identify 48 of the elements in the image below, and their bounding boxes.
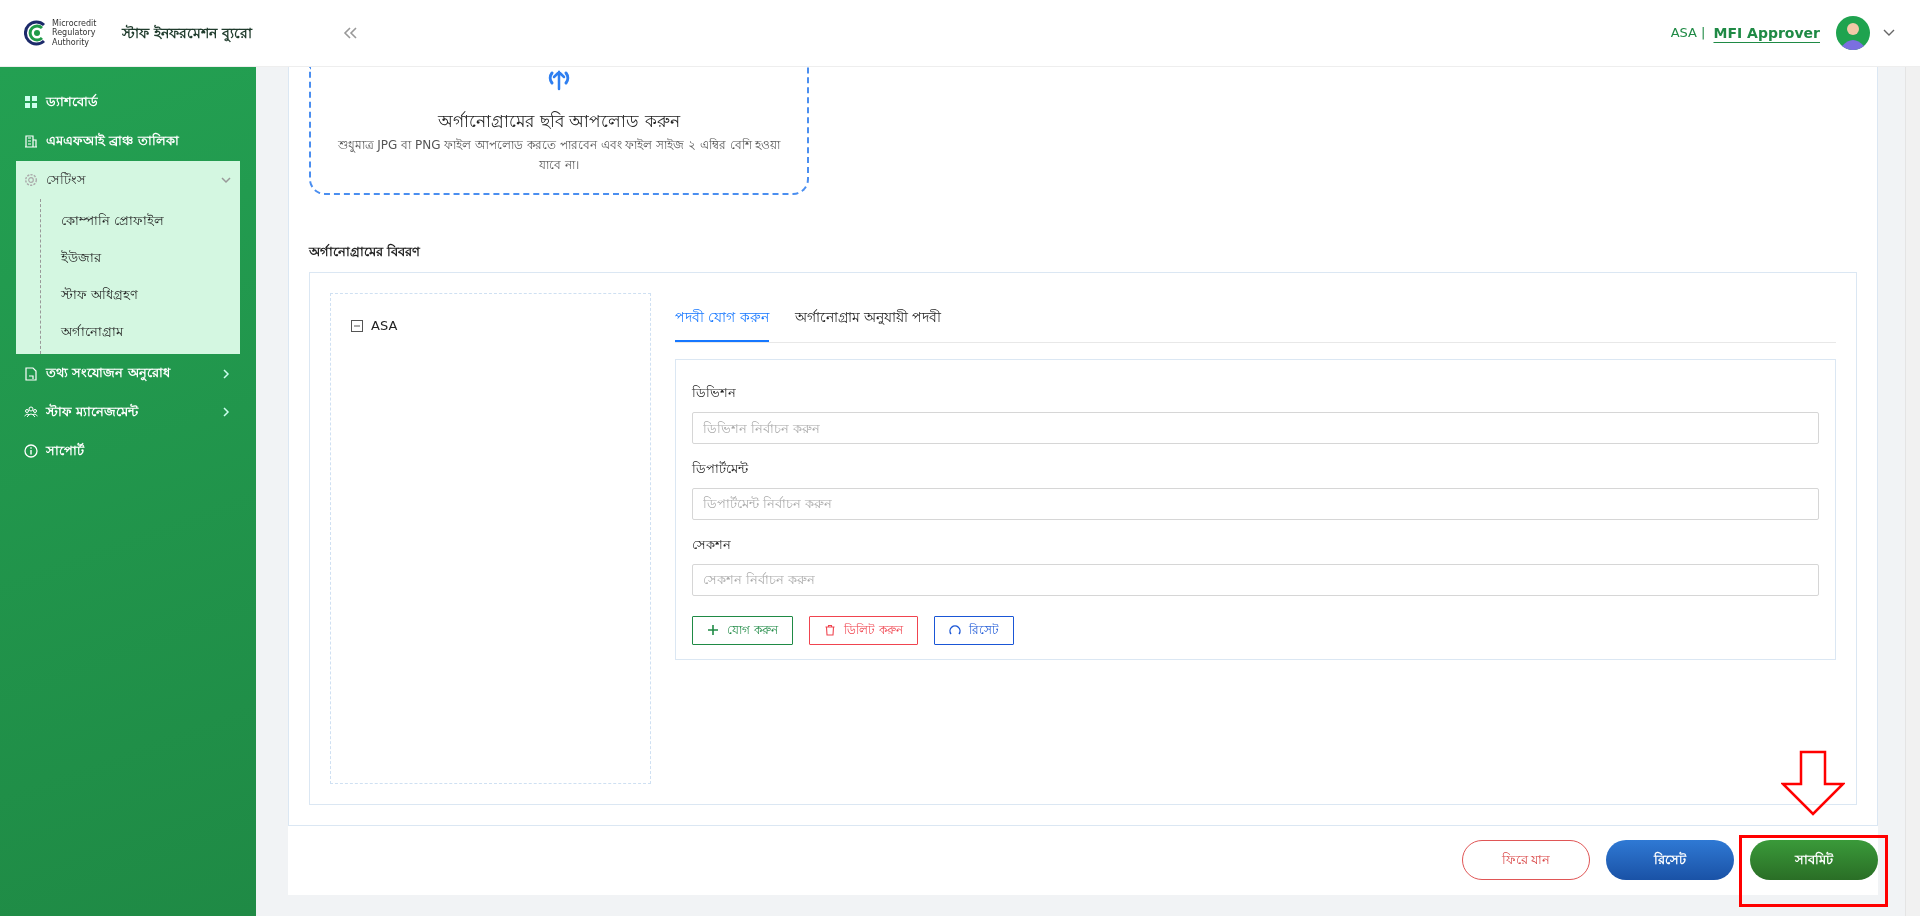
logo-text: Microcredit Regulatory Authority <box>52 19 98 47</box>
role-link[interactable]: MFI Approver <box>1713 22 1820 44</box>
field-label: সেকশন <box>692 535 732 554</box>
sidebar-item[interactable]: তথ্য সংযোজন অনুরোধ <box>16 354 240 393</box>
submenu-item[interactable]: স্টাফ অধিগ্রহণ <box>61 276 240 314</box>
plus-icon <box>707 624 719 637</box>
submenu-item[interactable]: ইউজার <box>61 240 240 277</box>
settings-icon <box>24 172 38 187</box>
building-icon <box>24 134 38 149</box>
reset-icon <box>948 624 961 637</box>
sidebar-item[interactable]: সেটিংস <box>16 160 240 200</box>
field-label: ডিভিশন <box>692 384 737 403</box>
add-button[interactable]: যোগ করুন <box>692 615 793 645</box>
app-title: স্টাফ ইনফরমেশন ব্যুরো <box>122 23 252 44</box>
tree-node[interactable]: ASA <box>371 316 398 336</box>
collapse-icon[interactable] <box>341 26 358 40</box>
info-icon <box>24 444 38 459</box>
sidebar-item[interactable]: সাপোর্ট <box>16 431 240 471</box>
down-arrow-icon <box>1781 750 1845 817</box>
scrollbar[interactable] <box>1905 67 1920 916</box>
submit-button[interactable]: সাবমিট <box>1750 840 1878 881</box>
back-button[interactable]: ফিরে যান <box>1462 840 1590 881</box>
sidebar-item[interactable]: এমএফআই ব্রাঞ্চ তালিকা <box>16 121 240 161</box>
upload-title: অর্গানোগ্রামের ছবি আপলোড করুন <box>436 110 682 133</box>
tab[interactable]: পদবী যোগ করুন <box>675 293 769 343</box>
grid-icon <box>24 95 38 110</box>
delete-button[interactable]: ডিলিট করুন <box>808 615 918 645</box>
select-field[interactable]: ডিভিশন নির্বাচন করুন <box>692 412 1819 445</box>
reset-button[interactable]: রিসেট <box>933 615 1014 645</box>
upload-dropzone[interactable]: অর্গানোগ্রামের ছবি আপলোড করুন শুধুমাত্র JPG বা PNG ফাইল আপলোড করতে পারবেন এবং ফাইল সাইজ ২ এম্বির বেশি হওয়া যাবে না। <box>309 67 809 196</box>
document-icon <box>24 366 38 381</box>
submenu-item[interactable]: অর্গানোগ্রাম <box>61 313 240 351</box>
people-icon <box>24 405 38 420</box>
collapse-box-icon[interactable] <box>351 319 363 332</box>
field-label: ডিপার্টমেন্ট <box>692 460 750 479</box>
tab[interactable]: অর্গানোগ্রাম অনুযায়ী পদবী <box>794 293 942 343</box>
avatar-icon[interactable] <box>1836 16 1870 50</box>
chevron-down-icon[interactable] <box>1882 28 1896 38</box>
sidebar-item[interactable]: ড্যাশবোর্ড <box>16 83 240 122</box>
select-field[interactable]: ডিপার্টমেন্ট নির্বাচন করুন <box>692 487 1819 520</box>
submenu-item[interactable]: কোম্পানি প্রোফাইল <box>61 203 240 240</box>
sidebar-item[interactable]: স্টাফ ম্যানেজমেন্ট <box>16 393 240 432</box>
section-heading: অর্গানোগ্রামের বিবরণ <box>309 243 422 262</box>
upload-hint: শুধুমাত্র JPG বা PNG ফাইল আপলোড করতে পারবেন এবং ফাইল সাইজ ২ এম্বির বেশি হওয়া যাবে না। <box>336 136 782 174</box>
select-field[interactable]: সেকশন নির্বাচন করুন <box>692 563 1819 596</box>
org-name: ASA | <box>1670 24 1706 43</box>
reset-button[interactable]: রিসেট <box>1606 840 1734 881</box>
trash-icon <box>823 624 836 637</box>
